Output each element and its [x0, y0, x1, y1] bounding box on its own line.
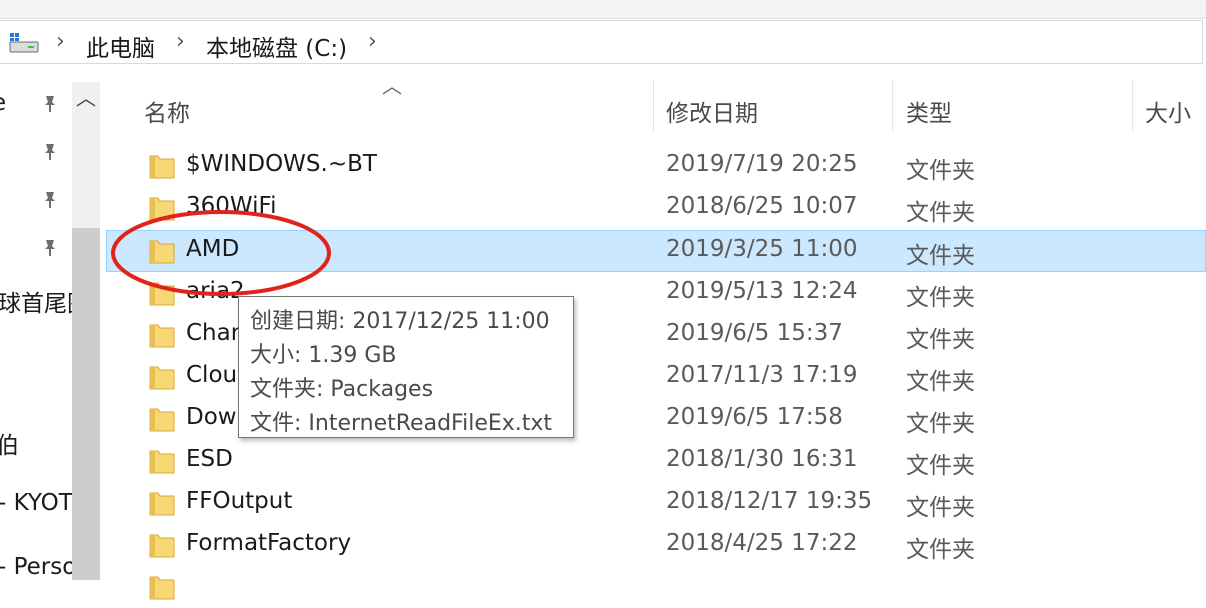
tooltip-folders: 文件夹: Packages	[250, 377, 434, 402]
address-bar[interactable]: › 此电脑 › 本地磁盘 (C:) ›	[0, 20, 1203, 64]
file-type: 文件夹	[906, 200, 975, 226]
chevron-right-icon[interactable]: ›	[56, 29, 65, 54]
tooltip-size: 大小: 1.39 GB	[250, 343, 397, 368]
file-row[interactable]: FFOutput 2018/12/17 19:35 文件夹	[106, 482, 1206, 524]
folder-icon	[149, 576, 175, 600]
scroll-up-icon[interactable]: ︿	[72, 82, 100, 114]
nav-item[interactable]: e	[0, 90, 6, 116]
navigation-pane: e 球首尾图 伯 - KYOT - Perso ︿	[0, 66, 100, 580]
folder-icon	[149, 324, 175, 348]
file-type: 文件夹	[906, 495, 975, 521]
file-type: 文件夹	[906, 411, 975, 437]
tooltip-files: 文件: InternetReadFileEx.txt	[250, 411, 553, 436]
breadcrumb-this-pc[interactable]: 此电脑	[86, 29, 155, 63]
file-date-modified: 2019/7/19 20:25	[666, 151, 858, 177]
window-top-strip	[0, 0, 1206, 19]
file-date-modified: 2019/3/25 11:00	[666, 236, 858, 262]
file-date-modified: 2019/6/5 15:37	[666, 320, 843, 346]
file-type: 文件夹	[906, 327, 975, 353]
column-divider[interactable]	[653, 80, 654, 132]
column-header-type[interactable]: 类型	[906, 94, 952, 128]
file-date-modified: 2018/1/30 16:31	[666, 446, 858, 472]
file-info-tooltip: 创建日期: 2017/12/25 11:00 大小: 1.39 GB 文件夹: …	[238, 296, 574, 438]
file-name: ESD	[186, 446, 233, 472]
file-row-partial[interactable]	[106, 566, 1206, 608]
file-name: Clou	[186, 362, 238, 388]
column-divider[interactable]	[892, 80, 893, 132]
folder-icon	[149, 408, 175, 432]
file-row[interactable]: FormatFactory 2018/4/25 17:22 文件夹	[106, 524, 1206, 566]
column-header-size[interactable]: 大小	[1145, 94, 1191, 128]
file-name: Dow	[186, 404, 237, 430]
nav-item[interactable]: 伯	[0, 426, 19, 460]
file-date-modified: 2019/6/5 17:58	[666, 404, 843, 430]
file-row[interactable]: ESD 2018/1/30 16:31 文件夹	[106, 440, 1206, 482]
file-type: 文件夹	[906, 243, 975, 269]
sort-ascending-icon: ︿	[382, 74, 402, 98]
pin-icon[interactable]	[40, 238, 60, 258]
file-name: $WINDOWS.~BT	[186, 151, 377, 177]
chevron-right-icon[interactable]: ›	[368, 29, 377, 54]
file-row[interactable]: $WINDOWS.~BT 2019/7/19 20:25 文件夹	[106, 145, 1206, 187]
file-type: 文件夹	[906, 537, 975, 563]
file-date-modified: 2018/4/25 17:22	[666, 530, 858, 556]
file-type: 文件夹	[906, 453, 975, 479]
breadcrumb-local-disk-c[interactable]: 本地磁盘 (C:)	[206, 29, 347, 63]
file-type: 文件夹	[906, 158, 975, 184]
file-type: 文件夹	[906, 285, 975, 311]
column-header-date-modified[interactable]: 修改日期	[666, 94, 758, 128]
file-name: Char	[186, 320, 241, 346]
nav-scrollbar-thumb[interactable]	[72, 228, 100, 580]
folder-icon	[149, 492, 175, 516]
tooltip-created-date: 创建日期: 2017/12/25 11:00	[250, 309, 550, 334]
pin-icon[interactable]	[40, 190, 60, 210]
file-date-modified: 2018/12/17 19:35	[666, 488, 873, 514]
file-name: FormatFactory	[186, 530, 352, 556]
chevron-right-icon[interactable]: ›	[176, 29, 185, 54]
nav-item[interactable]: - KYOT	[0, 490, 73, 516]
folder-icon	[149, 534, 175, 558]
pin-icon[interactable]	[40, 94, 60, 114]
column-divider[interactable]	[1132, 80, 1133, 132]
file-type: 文件夹	[906, 369, 975, 395]
column-header-name[interactable]: 名称	[144, 94, 190, 128]
folder-icon	[149, 366, 175, 390]
file-date-modified: 2017/11/3 17:19	[666, 362, 858, 388]
folder-icon	[149, 450, 175, 474]
file-date-modified: 2018/6/25 10:07	[666, 193, 858, 219]
nav-item[interactable]: - Perso	[0, 554, 76, 580]
file-date-modified: 2019/5/13 12:24	[666, 278, 858, 304]
file-name: FFOutput	[186, 488, 293, 514]
drive-icon	[9, 33, 39, 53]
pin-icon[interactable]	[40, 142, 60, 162]
annotation-circle	[111, 210, 331, 296]
folder-icon	[149, 155, 175, 179]
